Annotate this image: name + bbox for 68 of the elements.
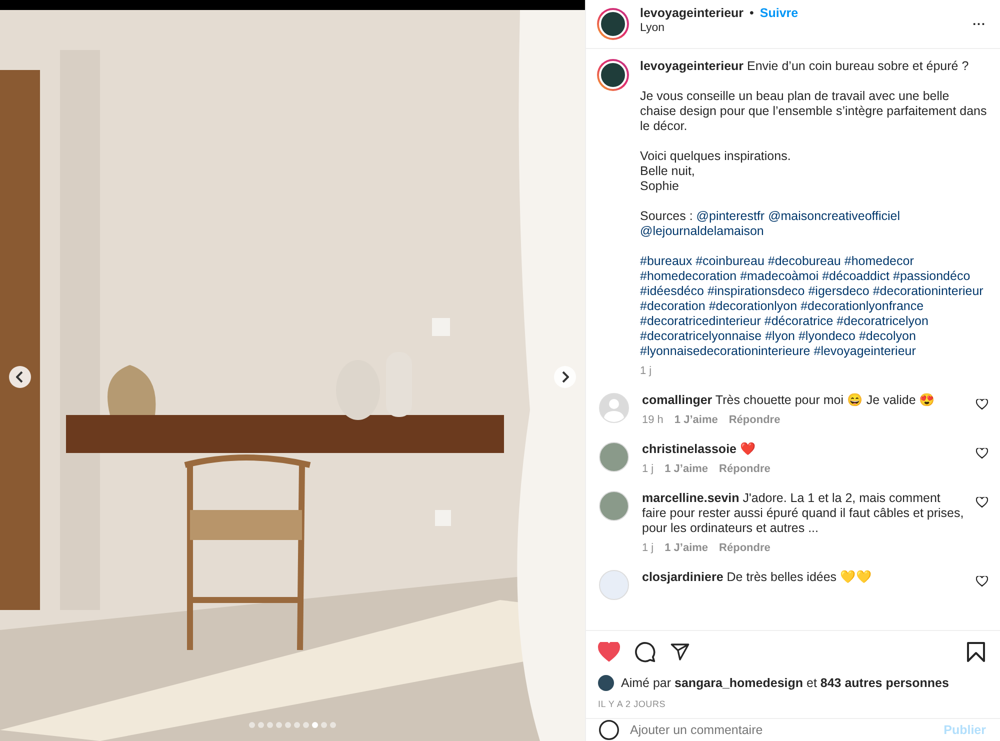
hashtag-link[interactable]: #decorationlyonfrance [800, 299, 924, 313]
separator-dot: • [750, 6, 754, 20]
mention-link[interactable]: @lejournaldelamaison [640, 224, 764, 238]
hashtag-link[interactable]: #inspirationsdeco [707, 284, 805, 298]
mention-link[interactable]: @pinterestfr [696, 209, 765, 223]
carousel-dot[interactable] [258, 722, 264, 728]
comment-time: 1 j [642, 463, 654, 475]
avatar-icon[interactable] [597, 8, 629, 40]
hashtag-link[interactable]: #décoaddict [822, 269, 890, 283]
hashtag-link[interactable]: #passiondéco [893, 269, 970, 283]
hashtag-link[interactable]: #decorationinterieur [872, 284, 984, 298]
carousel-dot[interactable] [249, 722, 255, 728]
carousel-dot[interactable] [267, 722, 273, 728]
bookmark-icon[interactable] [967, 642, 985, 662]
emoji-icon[interactable] [598, 719, 620, 741]
chevron-left-icon [16, 371, 24, 383]
caption-paragraph: Voici quelques inspirations. Belle nuit, Sophie [640, 149, 792, 194]
carousel-dot[interactable] [303, 722, 309, 728]
hashtag-link[interactable]: #decobureau [768, 254, 841, 268]
location-link[interactable]: Lyon [640, 22, 962, 34]
hashtag-link[interactable]: #madecoàmoi [740, 269, 819, 283]
avatar-icon[interactable] [597, 59, 629, 91]
likes-summary: Aimé par sangara_homedesign et 843 autres personnes [621, 676, 949, 690]
chevron-right-icon [561, 371, 569, 383]
carousel-dot[interactable] [330, 722, 336, 728]
hashtag-link[interactable]: #homedecoration [640, 269, 737, 283]
heart-icon[interactable] [976, 576, 988, 587]
comment-time: 1 j [642, 542, 654, 554]
post-time: 1 j [640, 365, 652, 377]
hashtag-link[interactable]: #decoratricelyonnaise [640, 329, 762, 343]
sources-label: Sources : [640, 209, 693, 223]
hashtag-link[interactable]: #coinbureau [696, 254, 764, 268]
comment-time: 19 h [642, 414, 664, 426]
comment-text: closjardiniere De très belles idées 💛💛 [642, 570, 874, 585]
hashtag-link[interactable]: #bureaux [640, 254, 692, 268]
carousel-dot[interactable] [321, 722, 327, 728]
hashtag-link[interactable]: #décoratrice [764, 314, 834, 328]
caption-text: levoyageinterieur Envie d’un coin bureau sobre et épuré ? [640, 59, 970, 74]
heart-icon[interactable] [976, 399, 988, 410]
hashtag-link[interactable]: #idéesdéco [640, 284, 704, 298]
hashtag-link[interactable]: #decoratricelyon [836, 314, 928, 328]
more-options-button[interactable]: ... [972, 14, 986, 28]
share-icon[interactable] [670, 642, 690, 662]
carousel-dot[interactable] [285, 722, 291, 728]
post-date: IL Y A 2 JOURS [598, 699, 666, 709]
heart-icon[interactable] [976, 497, 988, 508]
caption-paragraph: Je vous conseille un beau plan de travail avec une belle chaise design pour que l’ensemble s’intègre parfaitement dans le décor. [640, 89, 988, 134]
username-link[interactable]: levoyageinterieur [640, 6, 744, 20]
avatar-icon[interactable] [598, 675, 614, 691]
hashtag-link[interactable]: #decoration [640, 299, 706, 313]
comment-text: comallinger Très chouette pour moi 😄 Je valide 😍 [642, 393, 936, 408]
hashtag-link[interactable]: #decorationlyon [708, 299, 798, 313]
comment-text: christinelassoie ❤ [642, 442, 757, 457]
comment-input[interactable]: Ajouter un commentaire [630, 723, 934, 737]
carousel-dot[interactable] [294, 722, 300, 728]
mention-link[interactable]: @maisoncreativeofficiel [768, 209, 900, 223]
hashtag-link[interactable]: #lyondeco [798, 329, 856, 343]
comment-icon[interactable] [634, 641, 656, 663]
comment-text: marcelline.sevin J'adore. La 1 et la 2, mais comment faire pour rester aussi épuré quand il faut câbles et prises, pour les ordinateurs et autres ... [642, 491, 965, 536]
heart-icon[interactable] [976, 448, 988, 459]
hashtag-link[interactable]: #lyon [765, 329, 795, 343]
hashtag-link[interactable]: #levoyageinterieur [814, 344, 916, 358]
hashtag-link[interactable]: #lyonnaisedecorationinterieure [640, 344, 810, 358]
hashtag-link[interactable]: #decoratricedinterieur [640, 314, 761, 328]
hashtag-link[interactable]: #igersdeco [808, 284, 870, 298]
hashtag-link[interactable]: #decolyon [858, 329, 916, 343]
hashtag-link[interactable]: #homedecor [844, 254, 914, 268]
carousel-dot[interactable] [276, 722, 282, 728]
